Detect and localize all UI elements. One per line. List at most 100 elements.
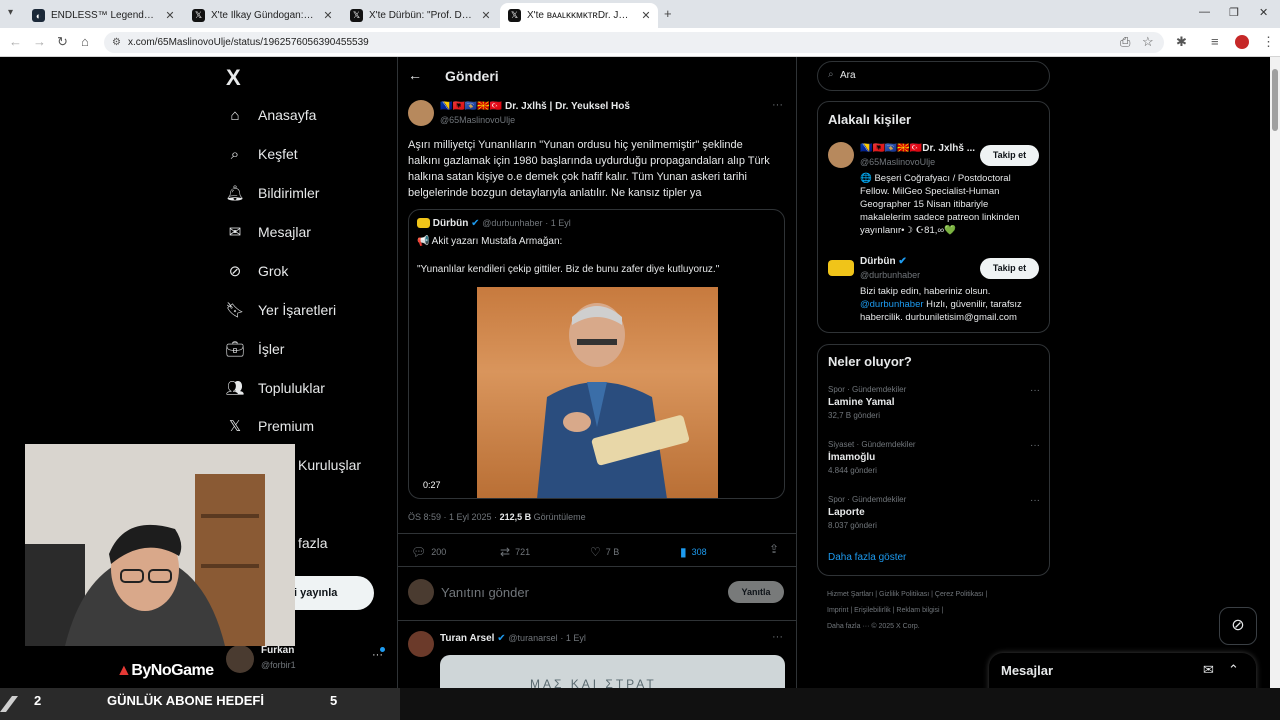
author-avatar[interactable]: [408, 100, 434, 126]
forward-icon[interactable]: →: [33, 34, 46, 49]
post-more-icon[interactable]: ···: [772, 99, 783, 111]
close-tab-icon[interactable]: ✕: [162, 9, 178, 22]
sidebar-item-home[interactable]: ⌂ Anasayfa: [226, 103, 316, 127]
footer-link[interactable]: Çerez Politikası: [935, 591, 984, 598]
trend-item[interactable]: Siyaset · Gündemdekiler İmamoğlu 4.844 g…: [828, 440, 1040, 475]
bio-mention-link[interactable]: @durbunhaber: [860, 299, 924, 310]
video-frame-person: [537, 303, 690, 498]
quoted-text-line2: "Yunanlılar kendileri çekip gittiler. Bi…: [417, 264, 720, 275]
share-icon[interactable]: ⇪: [769, 542, 779, 556]
sidebar-item-jobs[interactable]: 💼︎ İşler: [225, 337, 285, 361]
media-control-icon[interactable]: ≡: [1211, 34, 1219, 49]
site-info-icon[interactable]: ⚙: [112, 32, 121, 53]
x-logo-icon[interactable]: X: [226, 65, 241, 91]
footer-link[interactable]: Imprint: [827, 607, 848, 614]
heart-icon: ♡: [590, 545, 601, 559]
minimize-icon[interactable]: —: [1199, 6, 1210, 18]
repost-count: 721: [515, 547, 531, 557]
repost-action[interactable]: ⇄ 721: [500, 545, 530, 559]
url-text: x.com/65MaslinovoUlje/status/19625760563…: [128, 37, 369, 48]
new-message-icon[interactable]: ✉: [1203, 662, 1214, 678]
author-handle[interactable]: @65MaslinovoUlje: [440, 115, 515, 125]
person-flags: 🇧🇦🇦🇱🇽🇰🇲🇰🇹🇷: [860, 143, 923, 154]
like-action[interactable]: ♡ 7 B: [590, 545, 619, 559]
trend-more-icon[interactable]: ···: [1030, 385, 1040, 396]
footer-link[interactable]: Reklam bilgisi: [896, 607, 939, 614]
related-person-name[interactable]: Dürbün ✔: [860, 256, 907, 267]
install-app-icon[interactable]: ⎙: [1120, 34, 1130, 50]
restore-icon[interactable]: ❐: [1229, 6, 1239, 19]
trend-item[interactable]: Spor · Gündemdekiler Lamine Yamal 32,7 B…: [828, 385, 1040, 420]
close-window-icon[interactable]: ✕: [1259, 6, 1268, 19]
sidebar-item-organizations[interactable]: Kuruluşlar: [298, 453, 361, 477]
sidebar-item-grok[interactable]: ⊘ Grok: [226, 259, 289, 283]
back-arrow-icon[interactable]: ←: [408, 67, 422, 83]
durbun-logo-icon[interactable]: [828, 260, 854, 276]
trend-name: İmamoğlu: [828, 452, 876, 463]
sidebar-item-premium[interactable]: 𝕏 Premium: [226, 414, 314, 438]
sidebar-item-notifications[interactable]: 🔔︎ Bildirimler: [225, 181, 319, 205]
reply-author-handle[interactable]: @turanarsel: [508, 633, 557, 643]
account-switcher[interactable]: Furkan @forbir1 ···: [226, 643, 386, 675]
reply-input[interactable]: Yanıtını gönder: [441, 585, 529, 600]
home-browser-icon[interactable]: ⌂: [81, 34, 89, 49]
grok-float-button[interactable]: ⊘: [1219, 607, 1257, 645]
author-name-row[interactable]: 🇧🇦🇦🇱🇽🇰🇲🇰🇹🇷 Dr. Jxlhš | Dr. Yeuksel Hoš: [440, 101, 630, 112]
tab-title: X'te ʙᴀᴀʟᴋᴋᴍᴋᴛʀDr. Jxlhš | Dr. Ye: [527, 10, 632, 21]
search-input[interactable]: Ara: [840, 70, 856, 81]
browser-menu-icon[interactable]: ⋮: [1262, 34, 1275, 50]
reply-author-name[interactable]: Turan Arsel: [440, 633, 494, 644]
footer-link[interactable]: Gizlilik Politikası: [879, 591, 929, 598]
tab-list-chevron-icon[interactable]: ▾: [8, 7, 13, 18]
bookmark-action[interactable]: ▮ 308: [680, 545, 707, 559]
footer-link[interactable]: Daha fazla ···: [827, 623, 869, 630]
bookmark-star-icon[interactable]: ☆: [1142, 34, 1154, 50]
expand-up-icon[interactable]: ⌃: [1228, 662, 1239, 678]
sidebar-item-messages[interactable]: ✉ Mesajlar: [226, 220, 311, 244]
briefcase-icon: 💼︎: [225, 341, 245, 358]
sidebar-item-communities[interactable]: 👥︎ Topluluklar: [225, 376, 324, 400]
page-scrollbar[interactable]: [1270, 57, 1280, 720]
browser-tab-2[interactable]: 𝕏 X'te İlkay Gündogan: "👏💗😅 ✕: [184, 3, 340, 28]
sidebar-item-bookmarks[interactable]: 🔖︎ Yer İşaretleri: [225, 298, 336, 322]
follow-button[interactable]: Takip et: [980, 258, 1039, 279]
reload-icon[interactable]: ↻: [57, 34, 68, 50]
extensions-icon[interactable]: ✱: [1176, 34, 1187, 50]
avatar[interactable]: [828, 142, 854, 168]
trend-more-icon[interactable]: ···: [1030, 440, 1040, 451]
reply-action[interactable]: 💬︎ 200: [411, 545, 446, 559]
reply-button[interactable]: Yanıtla: [728, 581, 784, 603]
browser-tab-1[interactable]: ◐ ENDLESS™ Legend 2 Steam'de ✕: [24, 3, 182, 28]
show-more-link[interactable]: Daha fazla göster: [828, 552, 906, 563]
bynogame-logo-icon: ▲: [116, 662, 132, 679]
related-person-name[interactable]: 🇧🇦🇦🇱🇽🇰🇲🇰🇹🇷Dr. Jxlhš ...: [860, 143, 975, 154]
follow-button[interactable]: Takip et: [980, 145, 1039, 166]
scroll-thumb[interactable]: [1272, 69, 1278, 131]
close-tab-icon[interactable]: ✕: [320, 9, 336, 22]
footer-link[interactable]: Erişilebilirlik: [854, 607, 891, 614]
sidebar-item-more[interactable]: fazla: [298, 531, 328, 555]
quoted-author-row: Dürbün ✔ @durbunhaber · 1 Eyl: [417, 218, 571, 229]
quoted-post[interactable]: Dürbün ✔ @durbunhaber · 1 Eyl 📢 Akit yaz…: [408, 209, 785, 499]
close-tab-icon[interactable]: ✕: [478, 9, 494, 22]
sidebar-item-label: İşler: [258, 341, 285, 357]
avatar[interactable]: [408, 631, 434, 657]
back-icon[interactable]: ←: [9, 34, 22, 49]
messages-drawer[interactable]: Mesajlar ✉ ⌃: [989, 653, 1256, 693]
post-timestamp[interactable]: ÖS 8:59 · 1 Eyl 2025 ·: [408, 512, 497, 522]
close-tab-icon[interactable]: ✕: [638, 9, 654, 22]
grok-icon: ⊘: [228, 263, 242, 280]
trend-item[interactable]: Spor · Gündemdekiler Laporte 8.037 gönde…: [828, 495, 1040, 530]
post-more-icon[interactable]: ···: [772, 631, 783, 643]
url-field[interactable]: ⚙ x.com/65MaslinovoUlje/status/196257605…: [104, 32, 1164, 53]
sidebar-item-explore[interactable]: ⌕ Keşfet: [226, 142, 298, 166]
browser-tab-3[interactable]: 𝕏 X'te Dürbün: "Prof. Dr. Erhan Af ✕: [342, 3, 498, 28]
search-box[interactable]: ⌕ Ara: [817, 61, 1050, 91]
browser-tab-4-active[interactable]: 𝕏 X'te ʙᴀᴀʟᴋᴋᴍᴋᴛʀDr. Jxlhš | Dr. Ye ✕: [500, 3, 658, 28]
goal-bar-notch: [0, 696, 18, 712]
new-tab-plus-icon[interactable]: +: [664, 6, 672, 21]
trend-more-icon[interactable]: ···: [1030, 495, 1040, 506]
video-player[interactable]: [477, 287, 718, 498]
profile-avatar-icon[interactable]: [1235, 35, 1249, 49]
footer-link[interactable]: Hizmet Şartları: [827, 591, 873, 598]
